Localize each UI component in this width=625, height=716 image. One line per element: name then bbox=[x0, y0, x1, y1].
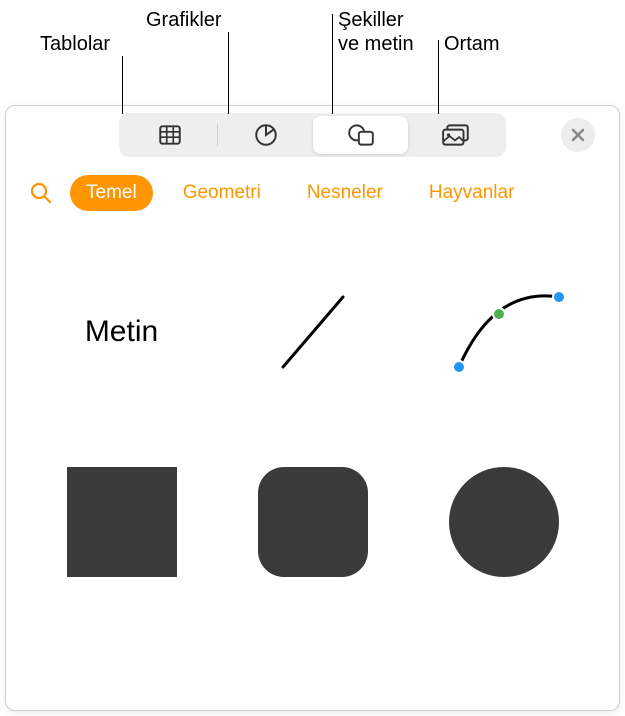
text-shape-label: Metin bbox=[85, 315, 158, 349]
shape-rounded-square[interactable] bbox=[243, 462, 383, 582]
shape-line[interactable] bbox=[243, 272, 383, 392]
shape-circle[interactable] bbox=[434, 462, 574, 582]
tables-button[interactable] bbox=[122, 116, 217, 154]
curve-icon bbox=[439, 282, 569, 382]
square-icon bbox=[67, 467, 177, 577]
shapes-icon bbox=[346, 122, 376, 148]
tab-objects[interactable]: Nesneler bbox=[291, 175, 399, 211]
tab-basic[interactable]: Temel bbox=[70, 175, 153, 211]
shapes-grid: Metin bbox=[6, 222, 619, 632]
shape-curve[interactable] bbox=[434, 272, 574, 392]
toolbar-group bbox=[119, 113, 506, 157]
rounded-square-icon bbox=[258, 467, 368, 577]
callout-annotations: Tablolar Grafikler Şekiller ve metin Ort… bbox=[0, 0, 625, 105]
charts-button[interactable] bbox=[218, 116, 313, 154]
search-button[interactable] bbox=[26, 178, 56, 208]
close-button[interactable] bbox=[561, 118, 595, 152]
callout-media-label: Ortam bbox=[444, 32, 500, 56]
callout-charts-label: Grafikler bbox=[146, 8, 222, 32]
search-icon bbox=[29, 181, 53, 205]
callout-line bbox=[228, 32, 229, 114]
tab-geometry[interactable]: Geometri bbox=[167, 175, 277, 211]
callout-shapes-label-1: Şekiller bbox=[338, 8, 404, 32]
media-button[interactable] bbox=[408, 116, 503, 154]
insert-panel: Temel Geometri Nesneler Hayvanlar Metin bbox=[5, 105, 620, 711]
shapes-button[interactable] bbox=[313, 116, 408, 154]
media-icon bbox=[441, 122, 471, 148]
table-icon bbox=[157, 122, 183, 148]
shape-text[interactable]: Metin bbox=[52, 272, 192, 392]
tab-animals[interactable]: Hayvanlar bbox=[413, 175, 531, 211]
callout-line bbox=[332, 14, 333, 114]
callout-tables-label: Tablolar bbox=[40, 32, 110, 56]
callout-shapes-label-2: ve metin bbox=[338, 32, 414, 56]
callout-line bbox=[122, 56, 123, 114]
shape-square[interactable] bbox=[52, 462, 192, 582]
chart-icon bbox=[253, 122, 279, 148]
line-icon bbox=[263, 282, 363, 382]
callout-line bbox=[438, 40, 439, 114]
insert-toolbar bbox=[6, 106, 619, 164]
circle-icon bbox=[449, 467, 559, 577]
close-icon bbox=[571, 128, 585, 142]
category-tabs: Temel Geometri Nesneler Hayvanlar bbox=[6, 164, 619, 222]
